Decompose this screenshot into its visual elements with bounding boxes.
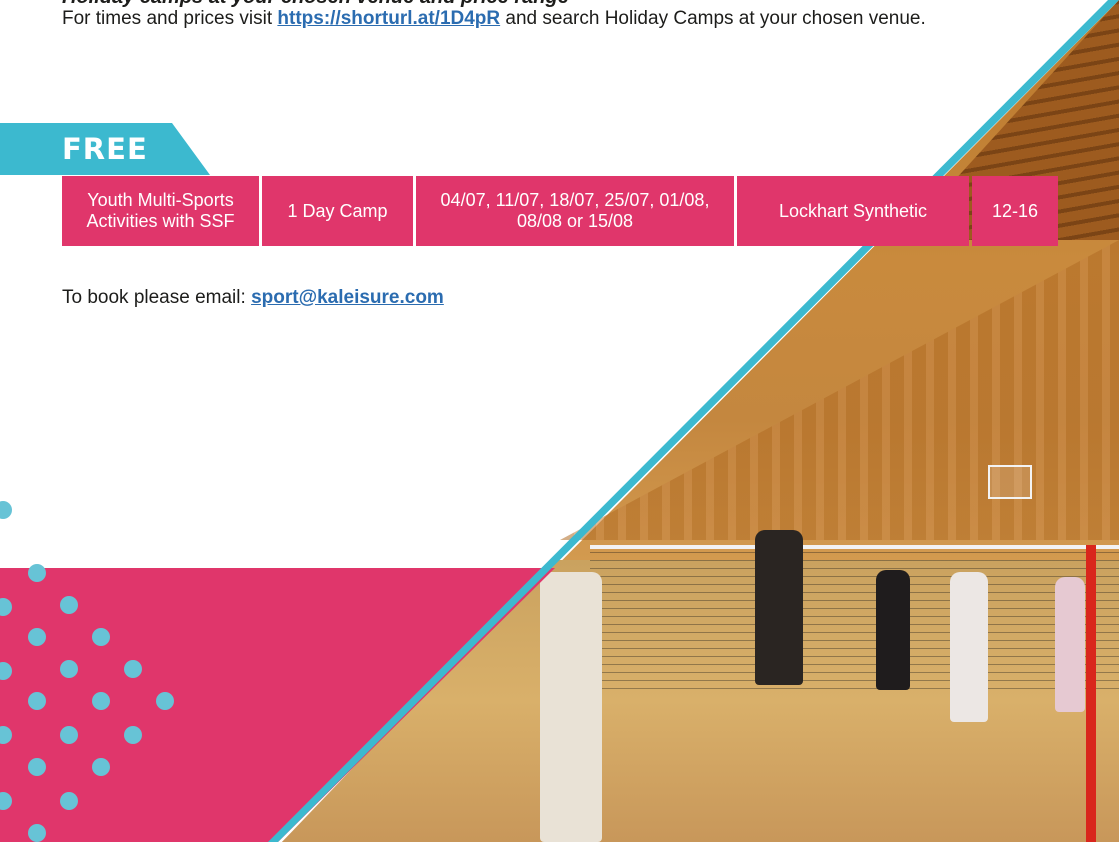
decor-dot: [60, 726, 78, 744]
decor-dot: [0, 792, 12, 810]
player-figure: [540, 572, 602, 842]
camp-duration-cell: 1 Day Camp: [262, 176, 413, 246]
decor-dot: [92, 692, 110, 710]
basketball-hoop: [988, 465, 1032, 499]
decor-dot: [60, 660, 78, 678]
camp-activity-cell: Youth Multi-Sports Activities with SSF: [62, 176, 259, 246]
intro-text: For times and prices visit https://short…: [62, 6, 1022, 31]
decor-dot: [60, 792, 78, 810]
camp-table-row: Youth Multi-Sports Activities with SSF 1…: [62, 176, 1058, 246]
booking-prefix: To book please email:: [62, 287, 252, 308]
decor-dot: [92, 758, 110, 776]
decor-dot: [28, 628, 46, 646]
player-figure: [1055, 577, 1085, 712]
decor-dot: [124, 660, 142, 678]
booking-email-link[interactable]: sport@kaleisure.com: [251, 287, 444, 308]
decor-dot: [0, 598, 12, 616]
intro-prefix: For times and prices visit: [62, 8, 278, 29]
net-post: [1086, 545, 1096, 842]
decor-dot: [28, 824, 46, 842]
decor-dot: [60, 596, 78, 614]
player-figure: [755, 530, 803, 685]
decor-dot: [0, 501, 12, 519]
decor-dot: [92, 628, 110, 646]
times-prices-link[interactable]: https://shorturl.at/1D4pR: [277, 8, 500, 29]
decor-dot: [124, 726, 142, 744]
decor-dot: [156, 692, 174, 710]
decor-dot: [0, 662, 12, 680]
player-figure: [950, 572, 988, 722]
intro-suffix: and search Holiday Camps at your chosen …: [500, 8, 926, 29]
booking-text: To book please email: sport@kaleisure.co…: [62, 287, 444, 309]
decor-dot: [28, 758, 46, 776]
free-badge-label: FREE: [62, 132, 148, 166]
camp-ages-cell: 12-16: [972, 176, 1058, 246]
decor-dot: [28, 564, 46, 582]
camp-venue-cell: Lockhart Synthetic: [737, 176, 969, 246]
decor-dot: [0, 726, 12, 744]
badminton-net: [590, 545, 1119, 689]
decor-dot: [28, 692, 46, 710]
player-figure: [876, 570, 910, 690]
camp-dates-cell: 04/07, 11/07, 18/07, 25/07, 01/08, 08/08…: [416, 176, 734, 246]
